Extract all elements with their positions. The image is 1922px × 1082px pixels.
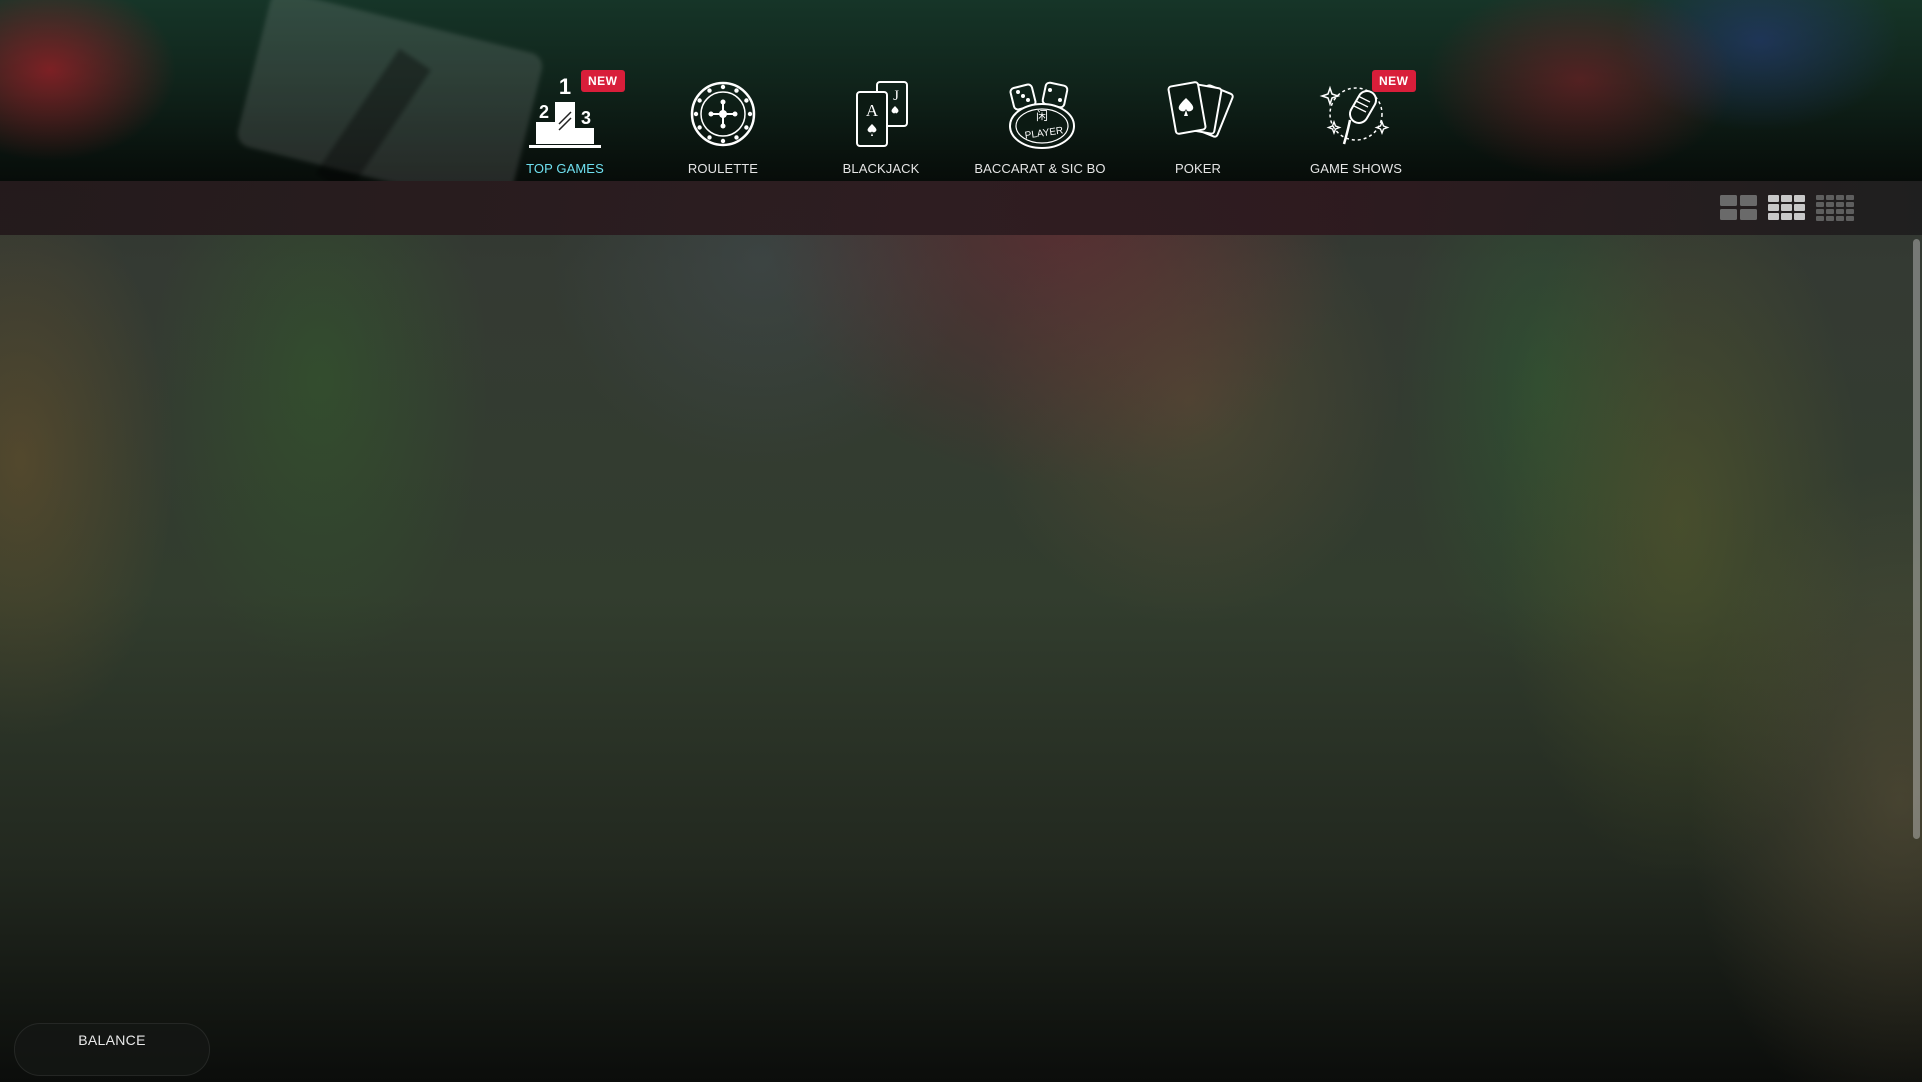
card-j-label: J <box>893 88 899 104</box>
nav-label-poker: POKER <box>1174 161 1221 176</box>
nav-item-baccarat-sic-bo[interactable]: 闲 PLAYER BACCARAT & SIC BO <box>965 70 1115 181</box>
nav-label-baccarat-sic-bo: BACCARAT & SIC BO <box>974 161 1106 176</box>
nav-item-poker[interactable]: POKER <box>1123 70 1273 181</box>
nav-label-top-games: TOP GAMES <box>526 161 604 176</box>
nav-item-blackjack[interactable]: A J BLACKJACK <box>806 70 956 181</box>
grid-small-icon[interactable] <box>1816 193 1854 223</box>
nav-label-game-shows: GAME SHOWS <box>1309 161 1402 176</box>
balance-panel: BALANCE <box>14 1023 210 1076</box>
poker-cards-icon <box>1167 81 1234 138</box>
nav-label-blackjack: BLACKJACK <box>842 161 920 176</box>
nav-item-game-shows[interactable]: NEW GAME SHOWS <box>1281 70 1431 181</box>
category-nav: NEW 1 2 3 TOP GAMES ROULETTE A J BLACKJA… <box>0 0 1922 181</box>
lobby-app: NEW 1 2 3 TOP GAMES ROULETTE A J BLACKJA… <box>0 0 1922 1082</box>
podium-icon: 1 2 3 <box>529 78 601 148</box>
scrollbar-thumb[interactable] <box>1913 239 1920 839</box>
content-scrollbar[interactable] <box>1910 235 1922 847</box>
podium-number-3: 3 <box>581 108 591 128</box>
grid-large-icon[interactable] <box>1720 193 1758 223</box>
microphone-icon <box>1319 85 1390 145</box>
nav-item-roulette[interactable]: ROULETTE <box>648 70 798 181</box>
grid-medium-icon[interactable] <box>1768 193 1806 223</box>
podium-number-1: 1 <box>559 78 571 99</box>
svg-text:闲: 闲 <box>1036 109 1048 123</box>
category-header: NEW 1 2 3 TOP GAMES ROULETTE A J BLACKJA… <box>0 0 1922 181</box>
podium-number-2: 2 <box>539 102 549 122</box>
nav-label-roulette: ROULETTE <box>687 161 759 176</box>
toolbar <box>0 181 1922 235</box>
balance-label: BALANCE <box>78 1032 146 1048</box>
dice-chip-icon: 闲 PLAYER <box>1009 81 1075 149</box>
nav-item-top-games[interactable]: NEW 1 2 3 TOP GAMES <box>490 70 640 181</box>
card-a-label: A <box>866 101 879 120</box>
roulette-wheel-icon <box>690 81 756 147</box>
playing-cards-aj-icon: A J <box>856 81 908 147</box>
